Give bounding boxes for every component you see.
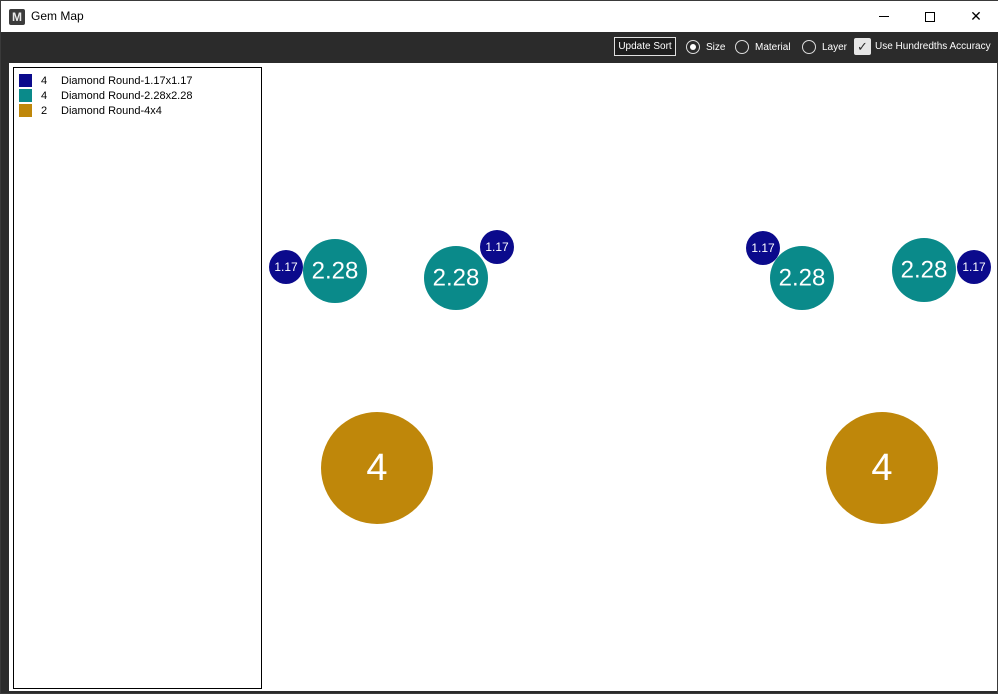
- gem-size-label: 4: [366, 447, 387, 489]
- gem-size-label: 1.17: [962, 260, 986, 274]
- gem-size-label: 2.28: [433, 265, 480, 292]
- radio-indicator[interactable]: [802, 40, 816, 54]
- minimize-button[interactable]: [861, 1, 907, 32]
- gem-marker[interactable]: 1.17: [957, 250, 991, 284]
- gem-map-canvas: 1.17 2.28 2.28 1.17 1.17 2.28 2.28 1.17 4 4: [269, 230, 991, 524]
- sort-by-size-radio[interactable]: Size: [686, 39, 725, 55]
- gem-size-label: 1.17: [485, 240, 509, 254]
- radio-selected-dot: [690, 44, 696, 50]
- gem-size-label: 2.28: [779, 265, 826, 292]
- hundredths-accuracy-checkbox[interactable]: ✓: [854, 37, 871, 55]
- radio-label-material: Material: [755, 41, 791, 53]
- toolbar: Update Sort Size Material Layer ✓ Use Hu…: [1, 32, 998, 62]
- sort-by-material-radio[interactable]: Material: [735, 39, 791, 55]
- radio-label-layer: Layer: [822, 41, 848, 53]
- gem-marker[interactable]: 2.28: [424, 246, 488, 310]
- gem-map-window: M Gem Map ✕ Update Sort Size Material La…: [0, 0, 998, 694]
- update-sort-button[interactable]: Update Sort: [614, 37, 676, 56]
- gem-marker[interactable]: 4: [826, 412, 938, 524]
- close-icon: ✕: [970, 8, 982, 24]
- hundredths-accuracy-label: Use Hundredths Accuracy: [875, 40, 991, 52]
- maximize-button[interactable]: [907, 1, 953, 32]
- gem-marker[interactable]: 2.28: [303, 239, 367, 303]
- gem-size-label: 1.17: [751, 241, 775, 255]
- gem-marker[interactable]: 2.28: [770, 246, 834, 310]
- gem-map-content: 4 Diamond Round-1.17x1.17 4 Diamond Roun…: [9, 63, 997, 691]
- checkmark-icon: ✓: [857, 38, 868, 54]
- gem-size-label: 2.28: [312, 258, 359, 285]
- sort-by-layer-radio[interactable]: Layer: [802, 39, 847, 55]
- radio-label-size: Size: [706, 41, 726, 53]
- gem-marker[interactable]: 1.17: [480, 230, 514, 264]
- gem-marker[interactable]: 2.28: [892, 238, 956, 302]
- gem-size-label: 1.17: [274, 260, 298, 274]
- gem-marker[interactable]: 4: [321, 412, 433, 524]
- gem-marker[interactable]: 1.17: [746, 231, 780, 265]
- window-title: Gem Map: [31, 9, 84, 23]
- close-button[interactable]: ✕: [953, 1, 998, 32]
- minimize-icon: [879, 16, 889, 17]
- maximize-icon: [925, 11, 935, 22]
- gem-marker[interactable]: 1.17: [269, 250, 303, 284]
- title-bar[interactable]: M Gem Map ✕: [1, 1, 998, 32]
- gem-size-label: 2.28: [901, 257, 948, 284]
- radio-indicator[interactable]: [735, 40, 749, 54]
- gem-size-label: 4: [871, 447, 892, 489]
- app-logo-icon: M: [9, 8, 25, 25]
- radio-indicator[interactable]: [686, 40, 700, 54]
- hundredths-accuracy-toggle[interactable]: ✓ Use Hundredths Accuracy: [854, 37, 991, 55]
